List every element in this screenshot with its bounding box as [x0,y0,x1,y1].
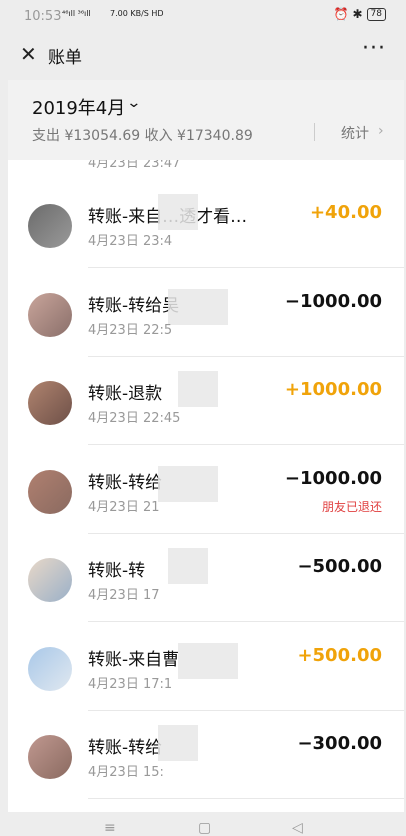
bluetooth-icon: ✱ [352,7,363,21]
transaction-amount: −1000.00 [284,467,382,489]
list-item[interactable]: 转账-转 4月23日 17 −500.00 [8,534,404,622]
transaction-amount: +500.00 [297,644,382,666]
transaction-amount: −1000.00 [284,290,382,312]
transaction-time: 4月23日 17 [88,588,160,603]
transaction-time: 4月23日 21 [88,499,160,515]
divider [314,123,315,141]
redaction-block [158,194,198,230]
transaction-time: 4月23日 23:47 [88,160,181,171]
avatar [28,469,72,514]
transaction-time: 4月23日 23:4 [88,234,173,249]
status-time: 10:53 [24,9,62,24]
refund-note: 朋友已退还 [321,499,382,514]
transaction-amount: −300.00 [297,733,382,754]
transaction-title: 转账-来自曹 [88,649,180,670]
transaction-amount: +1000.00 [284,379,382,400]
page-title: 账单 [48,48,82,68]
list-item[interactable]: 转账-转给吴 4月23日 22:5 −1000.00 [8,269,404,357]
transaction-time: 4月23日 22:5 [88,322,173,338]
transaction-amount: +40.00 [309,202,382,223]
more-icon[interactable]: ··· [362,36,386,61]
transaction-list[interactable]: 4月23日 23:47 转账-来自…透才看… 4月23日 23:4 +40.00… [8,160,404,812]
status-bar: 10:53 ⁴⁶ıll ³⁶ıll 7.00 KB/S HD ⏰ ✱ 78 [0,0,406,32]
month-totals: 支出 ¥13054.69 收入 ¥17340.89 [32,128,253,144]
redaction-block [158,725,198,761]
battery-icon: 78 [366,7,386,21]
redaction-block [168,288,228,325]
network-speed: 7.00 KB/S HD [110,9,164,18]
list-item[interactable]: 转账-转给 4月23日 15: −300.00 [8,711,404,799]
chevron-right-icon[interactable]: › [378,123,384,139]
list-item[interactable]: 转账-来自曹 4月23日 17:1 +500.00 [8,623,404,711]
redaction-block [168,548,208,584]
redaction-block [178,371,218,407]
transaction-time: 4月23日 22:45 [88,411,181,426]
redaction-block [178,642,238,679]
transaction-title: 转账-转给吴 [88,295,180,316]
system-nav-bar: ≡ ▢ ◁ [0,812,406,836]
alarm-icon: ⏰ [333,7,349,21]
transaction-title: 转账-退款 [88,384,163,404]
avatar [28,292,72,337]
list-item[interactable]: 转账-退款 4月23日 22:45 +1000.00 [8,357,404,445]
avatar [28,204,72,248]
transaction-time: 4月23日 15: [88,765,164,780]
back-icon[interactable]: ◁ [292,820,303,836]
chevron-down-icon[interactable]: ⌄ [126,95,141,111]
stats-button[interactable]: 统计 [341,123,369,143]
list-item[interactable]: 转账-转给 4月23日 21 −1000.00 朋友已退还 [8,446,404,534]
close-icon[interactable]: ✕ [20,42,37,66]
transaction-time: 4月23日 17:1 [88,676,173,692]
transaction-title: 转账-转给 [88,472,163,493]
home-icon[interactable]: ▢ [198,820,211,836]
title-bar: ✕ 账单 ··· [0,32,406,76]
transaction-title: 转账-转给 [88,738,163,758]
avatar [28,381,72,425]
divider [88,798,404,799]
list-item-partial[interactable]: 4月23日 23:47 [8,160,404,178]
avatar [28,735,72,779]
menu-icon[interactable]: ≡ [104,820,116,836]
signal-icon: ⁴⁶ıll ³⁶ıll [62,9,91,18]
avatar [28,646,72,691]
transaction-title: 转账-转 [88,561,146,581]
status-right-icons: ⏰ ✱ 78 [334,7,386,21]
month-summary-panel: 2019年4月 ⌄ 支出 ¥13054.69 收入 ¥17340.89 统计 › [8,80,404,160]
list-item[interactable]: 转账-来自…透才看… 4月23日 23:4 +40.00 [8,180,404,268]
month-selector[interactable]: 2019年4月 [32,94,125,120]
redaction-block [158,465,218,502]
transaction-amount: −500.00 [297,556,382,577]
avatar [28,558,72,602]
